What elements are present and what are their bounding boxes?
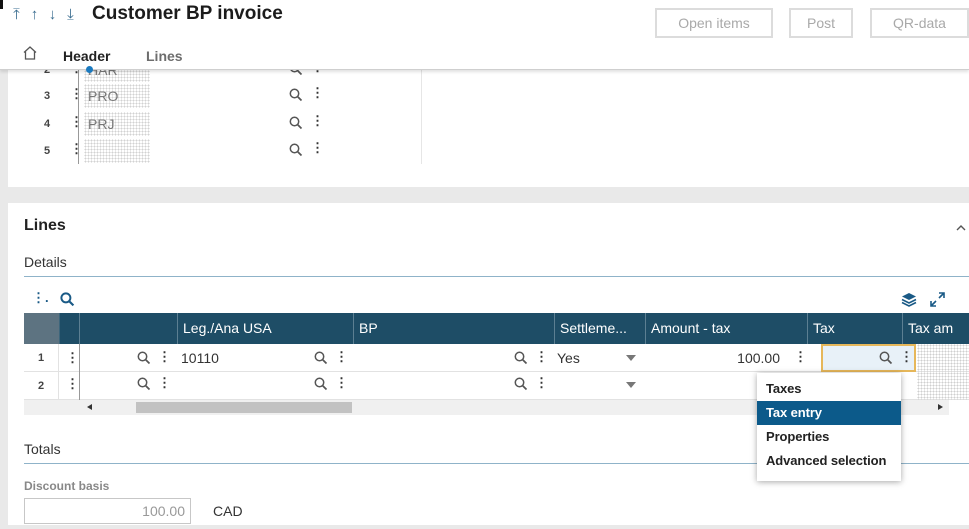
row-menu-icon[interactable]: ⋮ bbox=[70, 142, 83, 155]
column-header-settlement[interactable]: Settleme... bbox=[554, 313, 645, 344]
row-number: 4 bbox=[43, 118, 51, 130]
menu-item-taxes[interactable]: Taxes bbox=[757, 377, 901, 401]
table-row: 1 ⋮ ⋮ 10110 ⋮ ⋮ Yes 100.00 ⋮ ⋮ bbox=[24, 344, 969, 372]
previous-record-icon[interactable]: ↑ bbox=[28, 6, 41, 23]
scroll-right-icon[interactable] bbox=[938, 404, 943, 410]
first-record-icon[interactable]: ⤒ bbox=[10, 6, 23, 23]
scroll-left-icon[interactable] bbox=[87, 404, 92, 410]
column-header-tax-amount[interactable]: Tax am bbox=[902, 313, 969, 344]
tab-header[interactable]: Header bbox=[63, 48, 110, 64]
field-menu-icon[interactable]: ⋮ bbox=[900, 350, 913, 363]
totals-label: Totals bbox=[24, 441, 61, 457]
row-number: 1 bbox=[24, 344, 59, 372]
expand-icon[interactable] bbox=[930, 292, 945, 307]
leg-ana-cell[interactable]: 10110 bbox=[181, 350, 219, 366]
details-label: Details bbox=[24, 254, 67, 270]
row-menu-icon[interactable]: ⋮ bbox=[66, 351, 79, 364]
field-menu-icon[interactable]: ⋮ bbox=[158, 350, 171, 363]
corner-marker bbox=[0, 0, 3, 9]
open-items-button[interactable]: Open items bbox=[655, 8, 773, 38]
row-number: 2 bbox=[24, 372, 59, 400]
column-header-leg-ana[interactable]: Leg./Ana USA bbox=[177, 313, 353, 344]
dimension-field[interactable]: PRO bbox=[84, 84, 150, 108]
list-item: 3 ⋮ PRO ⋮ bbox=[32, 82, 422, 110]
row-menu-icon[interactable]: ⋮ bbox=[70, 87, 83, 100]
field-menu-icon[interactable]: ⋮ bbox=[311, 114, 324, 127]
active-tab-indicator bbox=[86, 66, 93, 73]
search-icon[interactable] bbox=[314, 351, 328, 365]
section-title: Lines bbox=[24, 217, 66, 234]
header-corner bbox=[24, 313, 59, 344]
scrollbar-thumb[interactable] bbox=[136, 402, 352, 413]
layers-icon[interactable] bbox=[901, 292, 917, 307]
dimension-field[interactable] bbox=[84, 139, 150, 163]
collapse-icon[interactable] bbox=[956, 223, 966, 233]
grid-separator bbox=[79, 372, 80, 400]
search-icon[interactable] bbox=[289, 116, 303, 130]
search-icon[interactable] bbox=[137, 377, 151, 391]
column-header-bp[interactable]: BP bbox=[353, 313, 554, 344]
analytical-grid-card: 2 ⋮ HAR ⋮ 3 ⋮ PRO ⋮ 4 ⋮ PRJ ⋮ 5 ⋮ ⋮ bbox=[8, 58, 969, 187]
qr-data-button[interactable]: QR-data bbox=[870, 8, 969, 38]
discount-basis-label: Discount basis bbox=[24, 479, 110, 493]
discount-basis-field[interactable] bbox=[24, 498, 191, 524]
search-icon[interactable] bbox=[137, 351, 151, 365]
header-corner bbox=[59, 313, 79, 344]
search-icon[interactable] bbox=[514, 377, 528, 391]
column-header-tax[interactable]: Tax bbox=[807, 313, 902, 344]
post-button[interactable]: Post bbox=[789, 8, 853, 38]
row-number: 5 bbox=[43, 145, 51, 157]
field-menu-icon[interactable]: ⋮ bbox=[158, 376, 171, 389]
tax-amount-cell[interactable] bbox=[917, 344, 969, 372]
chevron-down-icon[interactable] bbox=[626, 382, 636, 388]
grid-menu-icon[interactable]: ⋮. bbox=[32, 291, 49, 304]
row-menu-icon[interactable]: ⋮ bbox=[66, 377, 79, 390]
field-menu-icon[interactable]: ⋮ bbox=[335, 376, 348, 389]
field-menu-icon[interactable]: ⋮ bbox=[535, 376, 548, 389]
tax-cell-focused[interactable]: ⋮ bbox=[821, 344, 916, 372]
search-icon[interactable] bbox=[879, 351, 893, 365]
grid-separator bbox=[79, 344, 80, 372]
amount-cell[interactable]: 100.00 bbox=[704, 350, 780, 366]
top-toolbar: ⤒ ↑ ↓ ⤓ Customer BP invoice Open items P… bbox=[0, 0, 969, 70]
dimension-field[interactable]: PRJ bbox=[84, 112, 150, 136]
grid-toolbar: ⋮. bbox=[24, 290, 969, 310]
tax-amount-cell[interactable] bbox=[917, 372, 969, 400]
row-menu-icon[interactable]: ⋮ bbox=[70, 115, 83, 128]
field-menu-icon[interactable]: ⋮ bbox=[311, 141, 324, 154]
last-record-icon[interactable]: ⤓ bbox=[64, 6, 77, 23]
page-title: Customer BP invoice bbox=[92, 3, 283, 24]
field-menu-icon[interactable]: ⋮ bbox=[794, 350, 807, 363]
search-icon[interactable] bbox=[514, 351, 528, 365]
search-icon[interactable] bbox=[60, 292, 75, 307]
home-icon[interactable] bbox=[22, 45, 38, 61]
context-menu: Taxes Tax entry Properties Advanced sele… bbox=[757, 373, 901, 481]
field-menu-icon[interactable]: ⋮ bbox=[335, 350, 348, 363]
next-record-icon[interactable]: ↓ bbox=[46, 6, 59, 23]
row-number: 3 bbox=[43, 90, 51, 102]
settlement-cell[interactable]: Yes bbox=[557, 350, 580, 366]
search-icon[interactable] bbox=[314, 377, 328, 391]
field-menu-icon[interactable]: ⋮ bbox=[311, 86, 324, 99]
search-icon[interactable] bbox=[289, 143, 303, 157]
column-header-blank[interactable] bbox=[79, 313, 177, 344]
currency-label: CAD bbox=[213, 503, 243, 519]
menu-item-properties[interactable]: Properties bbox=[757, 425, 901, 449]
record-navigation: ⤒ ↑ ↓ ⤓ bbox=[10, 6, 77, 23]
menu-item-tax-entry[interactable]: Tax entry bbox=[757, 401, 901, 425]
divider bbox=[24, 276, 969, 277]
field-menu-icon[interactable]: ⋮ bbox=[535, 350, 548, 363]
column-header-amount-tax[interactable]: Amount - tax bbox=[645, 313, 807, 344]
search-icon[interactable] bbox=[289, 88, 303, 102]
grid-header: Leg./Ana USA BP Settleme... Amount - tax… bbox=[24, 313, 969, 344]
list-item: 5 ⋮ ⋮ bbox=[32, 137, 422, 165]
list-item: 4 ⋮ PRJ ⋮ bbox=[32, 110, 422, 138]
tab-lines[interactable]: Lines bbox=[146, 48, 183, 64]
menu-item-advanced-selection[interactable]: Advanced selection bbox=[757, 449, 901, 473]
chevron-down-icon[interactable] bbox=[626, 355, 636, 361]
